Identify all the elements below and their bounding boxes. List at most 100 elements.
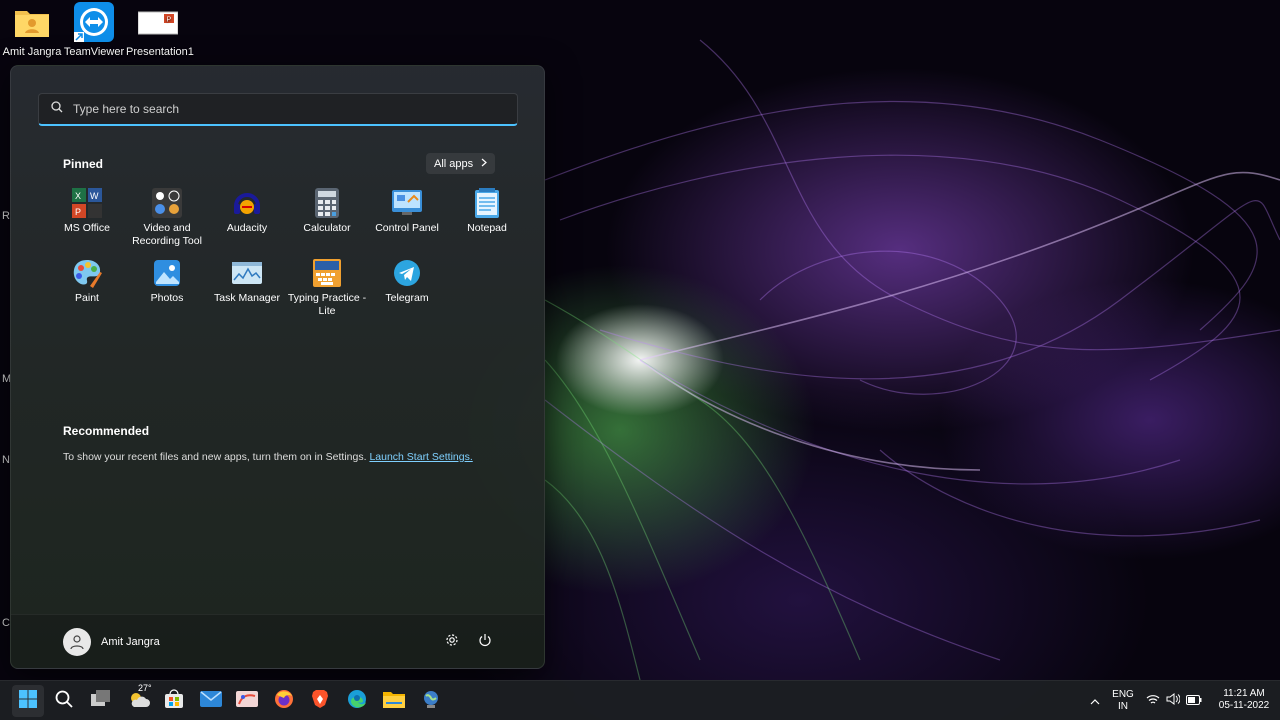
- avatar: [63, 628, 91, 656]
- brave-icon: [311, 689, 329, 714]
- start-button[interactable]: [12, 685, 44, 717]
- clock-time: 11:21 AM: [1223, 688, 1265, 699]
- pinned-app-label: Typing Practice - Lite: [287, 292, 367, 317]
- pinned-app-paint[interactable]: Paint: [47, 258, 127, 322]
- calculator-icon: [312, 188, 342, 218]
- task-manager-icon: [232, 258, 262, 288]
- pinned-app-calculator[interactable]: Calculator: [287, 188, 367, 252]
- pinned-app-label: Paint: [75, 292, 99, 304]
- language-indicator[interactable]: ENG IN: [1110, 689, 1136, 713]
- telegram-icon: [392, 258, 422, 288]
- brave-button[interactable]: [304, 685, 336, 717]
- pinned-app-label: Notepad: [467, 222, 507, 234]
- typing-practice-icon: [312, 258, 342, 288]
- chevron-up-icon: [1090, 692, 1100, 710]
- battery-icon: [1186, 692, 1202, 710]
- file-explorer-icon: [383, 690, 405, 713]
- pinned-app-audacity[interactable]: Audacity: [207, 188, 287, 252]
- search-icon: [55, 690, 73, 713]
- quick-settings-button[interactable]: [1140, 685, 1208, 717]
- desktop-edge-label: R: [2, 210, 10, 222]
- recommended-text: To show your recent files and new apps, …: [63, 451, 367, 463]
- mail-icon: [200, 690, 222, 712]
- launch-start-settings-link[interactable]: Launch Start Settings.: [369, 451, 472, 463]
- desktop-icon-teamviewer[interactable]: TeamViewer: [62, 2, 126, 58]
- search-input[interactable]: [73, 102, 493, 116]
- desktop-icon-label: Presentation1: [126, 46, 194, 58]
- edge-icon: [347, 689, 367, 714]
- file-explorer-button[interactable]: [378, 685, 410, 717]
- pinned-app-video-recording[interactable]: Video and Recording Tool: [127, 188, 207, 252]
- globe-app-icon: [421, 689, 441, 714]
- firefox-button[interactable]: [268, 685, 300, 717]
- paint-app-icon: [236, 689, 258, 714]
- svg-text:P: P: [75, 207, 81, 217]
- svg-text:X: X: [75, 191, 81, 201]
- pinned-app-label: Audacity: [226, 222, 268, 234]
- show-hidden-icons-button[interactable]: [1086, 685, 1104, 717]
- pinned-title: Pinned: [63, 157, 104, 171]
- pinned-app-label: Calculator: [303, 222, 351, 234]
- pinned-app-telegram[interactable]: Telegram: [367, 258, 447, 322]
- clock[interactable]: 11:21 AM 05-11-2022: [1212, 688, 1276, 712]
- task-view-icon: [91, 689, 111, 713]
- user-account-button[interactable]: Amit Jangra: [63, 628, 160, 656]
- desktop-icon-presentation[interactable]: P Presentation1: [126, 2, 194, 58]
- all-apps-button[interactable]: All apps: [426, 153, 496, 174]
- power-button[interactable]: [474, 631, 496, 653]
- pinned-app-label: Telegram: [385, 292, 429, 304]
- desktop-edge-label: N: [2, 454, 10, 466]
- control-panel-icon: [392, 188, 422, 218]
- paint-app-button[interactable]: [231, 685, 263, 717]
- powerpoint-file-icon: P: [138, 2, 178, 42]
- video-recording-icon: [152, 188, 182, 218]
- taskbar-search-button[interactable]: [48, 685, 80, 717]
- store-button[interactable]: [158, 685, 190, 717]
- pinned-apps-grid: XWP MS Office Video and Recording Tool A…: [47, 188, 527, 322]
- pinned-app-notepad[interactable]: Notepad: [447, 188, 527, 252]
- recommended-title: Recommended: [63, 424, 150, 438]
- pinned-app-label: Task Manager: [214, 292, 280, 304]
- chevron-right-icon: [481, 158, 488, 170]
- pinned-app-label: Video and Recording Tool: [132, 222, 202, 247]
- language-region: IN: [1118, 701, 1128, 712]
- start-menu: Pinned All apps XWP MS Office Video and …: [10, 65, 545, 669]
- desktop-edge-label: C: [2, 617, 10, 629]
- svg-text:P: P: [167, 17, 172, 24]
- language-code: ENG: [1112, 689, 1134, 700]
- start-footer: Amit Jangra: [11, 614, 544, 668]
- clock-date: 05-11-2022: [1218, 700, 1270, 711]
- search-icon: [51, 100, 63, 118]
- gear-icon: [445, 633, 459, 652]
- globe-app-button[interactable]: [415, 685, 447, 717]
- edge-button[interactable]: [341, 685, 373, 717]
- start-icon: [19, 689, 37, 713]
- wifi-icon: [1146, 692, 1160, 710]
- desktop-icon-label: TeamViewer: [63, 46, 125, 58]
- weather-widget[interactable]: 27°: [122, 683, 156, 717]
- task-view-button[interactable]: [85, 685, 117, 717]
- desktop-icon-user-folder[interactable]: Amit Jangra: [0, 2, 64, 58]
- teamviewer-icon: [74, 2, 114, 42]
- mail-button[interactable]: [195, 685, 227, 717]
- weather-temp: 27°: [138, 683, 152, 693]
- paint-icon: [72, 258, 102, 288]
- pinned-app-photos[interactable]: Photos: [127, 258, 207, 322]
- pinned-app-label: MS Office: [64, 222, 110, 234]
- photos-icon: [152, 258, 182, 288]
- volume-icon: [1166, 692, 1181, 710]
- pinned-app-control-panel[interactable]: Control Panel: [367, 188, 447, 252]
- desktop-icon-label: Amit Jangra: [2, 46, 62, 58]
- user-folder-icon: [12, 2, 52, 42]
- taskbar: 27° ENG IN 11:21 AM 05-11-2022: [0, 680, 1280, 720]
- pinned-app-ms-office[interactable]: XWP MS Office: [47, 188, 127, 252]
- pinned-app-typing-practice[interactable]: Typing Practice - Lite: [287, 258, 367, 322]
- svg-text:W: W: [90, 191, 99, 201]
- firefox-icon: [274, 689, 294, 714]
- settings-button[interactable]: [441, 631, 463, 653]
- user-name: Amit Jangra: [101, 636, 160, 648]
- ms-office-icon: XWP: [72, 188, 102, 218]
- search-box[interactable]: [38, 93, 518, 126]
- pinned-app-task-manager[interactable]: Task Manager: [207, 258, 287, 322]
- notepad-icon: [472, 188, 502, 218]
